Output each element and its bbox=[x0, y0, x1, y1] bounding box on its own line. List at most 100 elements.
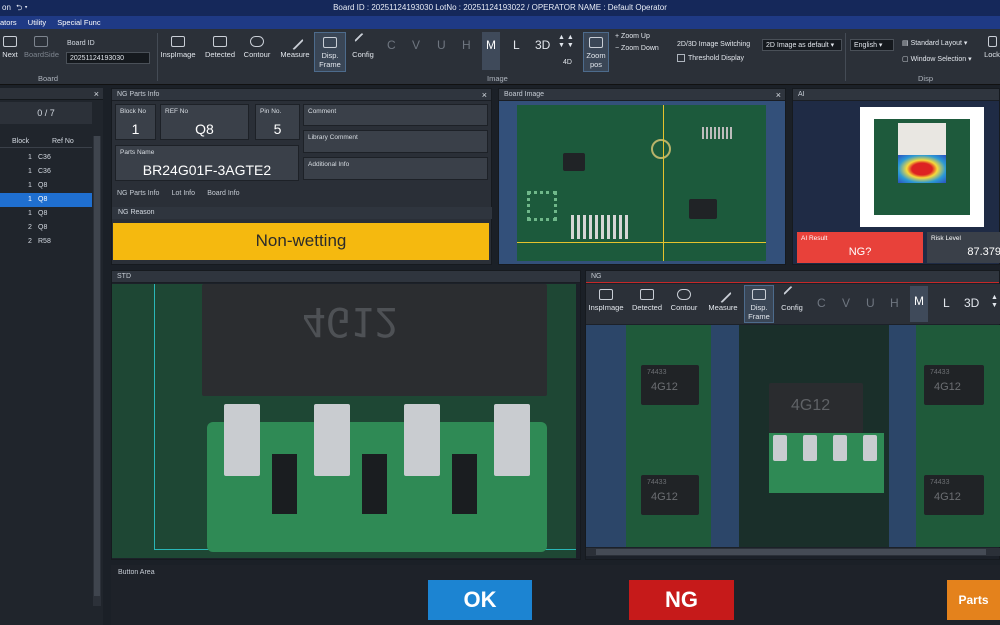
direction-arrows-icon[interactable]: ▲ ▼ bbox=[991, 294, 998, 310]
inspimage-button[interactable]: InspImage bbox=[159, 36, 197, 59]
switch-label: 2D/3D Image Switching bbox=[677, 41, 751, 48]
4d-label[interactable]: 4D bbox=[563, 59, 572, 66]
ng-mode-v-button[interactable]: V bbox=[842, 296, 850, 310]
frame-icon bbox=[752, 289, 766, 300]
menu-item-ators[interactable]: ators bbox=[0, 18, 17, 27]
ng-mode-3d-button[interactable]: 3D bbox=[964, 296, 979, 310]
next-button[interactable]: Next bbox=[0, 36, 20, 59]
library-comment-label: Library Comment bbox=[308, 134, 358, 141]
tab-board-info[interactable]: Board Info bbox=[207, 190, 239, 197]
close-icon[interactable]: × bbox=[482, 89, 487, 101]
contour-icon bbox=[250, 36, 264, 47]
ng-chip-marking: 4G12 bbox=[934, 381, 961, 393]
mode-3d-button[interactable]: 3D bbox=[535, 38, 550, 52]
group-label-image: Image bbox=[487, 74, 508, 83]
ai-result-box: AI Result NG? bbox=[797, 232, 923, 263]
direction-arrows-icon[interactable]: ▲ ▲ ▼ ▼ bbox=[558, 34, 574, 50]
crosshair-horizontal bbox=[517, 242, 766, 243]
disp-frame-button[interactable]: Disp. Frame bbox=[314, 32, 346, 72]
zoom-pos-label-2: pos bbox=[589, 60, 603, 69]
row-block: 1 bbox=[28, 182, 32, 189]
ng-mode-c-button[interactable]: C bbox=[817, 296, 826, 310]
board-image[interactable] bbox=[517, 105, 766, 261]
std-lead-4 bbox=[494, 404, 530, 476]
ng-image-area[interactable]: 74433 4G12 74433 4G12 4G12 74433 4G12 74433… bbox=[586, 325, 1000, 547]
ng-disp-frame-button[interactable]: Disp. Frame bbox=[744, 285, 774, 323]
ng-list-header: × bbox=[0, 88, 103, 100]
mode-h-button[interactable]: H bbox=[462, 38, 471, 52]
table-row[interactable]: 1 Q8 bbox=[0, 207, 92, 221]
mode-l-button[interactable]: L bbox=[513, 38, 520, 52]
ng-button[interactable]: NG bbox=[629, 580, 734, 620]
boardside-button[interactable]: BoardSide bbox=[24, 36, 59, 59]
ng-detected-button[interactable]: Detected bbox=[630, 289, 664, 312]
ng-config-button[interactable]: Config bbox=[778, 285, 806, 312]
table-row[interactable]: 1 C36 bbox=[0, 165, 92, 179]
menu-item-special-func[interactable]: Special Func bbox=[57, 18, 100, 27]
lock-button[interactable]: Lock bbox=[984, 36, 1000, 59]
table-row[interactable]: 2 R58 bbox=[0, 235, 92, 249]
table-row[interactable]: 2 Q8 bbox=[0, 221, 92, 235]
language-select[interactable]: English ▾ bbox=[850, 39, 894, 51]
zoom-up-button[interactable]: + Zoom Up bbox=[615, 33, 650, 40]
row-block: 2 bbox=[28, 238, 32, 245]
ng-chip-marking-small: 74433 bbox=[930, 369, 950, 376]
ng-scrollbar[interactable] bbox=[586, 548, 1000, 556]
table-row[interactable]: 1 C36 bbox=[0, 151, 92, 165]
board-image-header: Board Image × bbox=[499, 89, 785, 101]
tab-lot-info[interactable]: Lot Info bbox=[172, 190, 195, 197]
image-switch-select[interactable]: 2D Image as default ▾ bbox=[762, 39, 842, 51]
contour-button[interactable]: Contour bbox=[241, 36, 273, 59]
mode-u-button[interactable]: U bbox=[437, 38, 446, 52]
zoom-down-label: Zoom Down bbox=[621, 45, 659, 52]
additional-info-label: Additional Info bbox=[308, 161, 350, 168]
ng-inspimage-button[interactable]: InspImage bbox=[588, 289, 624, 312]
block-no-box: Block No 1 bbox=[115, 104, 156, 140]
ng-contour-button[interactable]: Contour bbox=[668, 289, 700, 312]
row-block: 1 bbox=[28, 154, 32, 161]
heatmap-pcb bbox=[874, 119, 970, 215]
ng-scrollbar-thumb[interactable] bbox=[596, 549, 986, 555]
row-ref: C36 bbox=[38, 154, 51, 161]
ng-mode-m-button[interactable]: M bbox=[910, 286, 928, 322]
ng-measure-label: Measure bbox=[708, 303, 738, 312]
table-row[interactable]: 1 Q8 bbox=[0, 193, 92, 207]
ng-mode-l-button[interactable]: L bbox=[943, 296, 950, 310]
close-icon[interactable]: × bbox=[94, 88, 99, 100]
board-id-field[interactable]: 20251124193030 bbox=[66, 52, 150, 64]
table-row[interactable]: 1 Q8 bbox=[0, 179, 92, 193]
mode-v-button[interactable]: V bbox=[412, 38, 420, 52]
close-icon[interactable]: × bbox=[776, 89, 781, 101]
mode-m-button[interactable]: M bbox=[482, 32, 500, 70]
ng-mode-u-button[interactable]: U bbox=[866, 296, 875, 310]
config-button[interactable]: Config bbox=[349, 32, 377, 59]
ng-mode-h-button[interactable]: H bbox=[890, 296, 899, 310]
ng-title: NG bbox=[591, 273, 602, 280]
insp-image-icon bbox=[171, 36, 185, 47]
ng-panel: NG InspImage Detected Contour Measure Di… bbox=[585, 270, 1000, 560]
parts-button[interactable]: Parts bbox=[947, 580, 1000, 620]
board-pad-array bbox=[527, 191, 557, 221]
standard-layout-label: Standard Layout bbox=[910, 40, 962, 47]
scrollbar-track[interactable] bbox=[93, 136, 101, 606]
detected-button[interactable]: Detected bbox=[202, 36, 238, 59]
window-selection-button[interactable]: ▢ Window Selection ▾ bbox=[902, 55, 972, 63]
ok-button[interactable]: OK bbox=[428, 580, 532, 620]
measure-button[interactable]: Measure bbox=[278, 32, 312, 59]
threshold-checkbox[interactable] bbox=[677, 54, 685, 62]
std-lead-1 bbox=[224, 404, 260, 476]
mode-c-button[interactable]: C bbox=[387, 38, 396, 52]
zoom-down-button[interactable]: − Zoom Down bbox=[615, 45, 659, 52]
tab-ng-parts-info[interactable]: NG Parts Info bbox=[117, 190, 159, 197]
zoom-pos-button[interactable]: Zoom pos bbox=[583, 32, 609, 72]
window-selection-label: Window Selection bbox=[910, 56, 967, 63]
ng-measure-button[interactable]: Measure bbox=[706, 285, 740, 312]
detected-label: Detected bbox=[204, 50, 236, 59]
zoom-pos-label-1: Zoom bbox=[586, 51, 606, 60]
scrollbar-thumb[interactable] bbox=[94, 136, 100, 596]
std-image[interactable]: 4G12 bbox=[112, 284, 576, 558]
pencil-icon bbox=[714, 285, 732, 304]
standard-layout-button[interactable]: ▤ Standard Layout ▾ bbox=[902, 39, 967, 47]
menu-item-utility[interactable]: Utility bbox=[28, 18, 46, 27]
std-lead-2 bbox=[314, 404, 350, 476]
